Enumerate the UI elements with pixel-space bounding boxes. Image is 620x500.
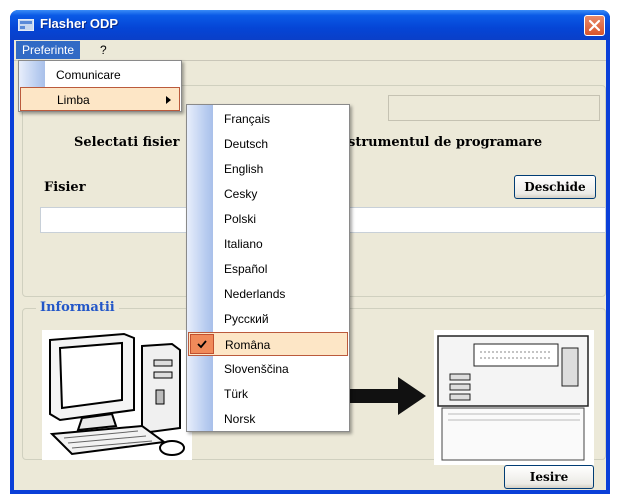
language-item-romanian[interactable]: Româna [188,332,348,356]
language-label: English [224,162,264,176]
language-label: Türk [224,387,248,401]
exit-button[interactable]: Iesire [504,465,594,489]
language-submenu: Français Deutsch English Cesky Polski It… [186,104,350,432]
menu-preferinte[interactable]: Preferinte [16,41,81,59]
instruction-text-left: Selectati fisier [74,135,180,150]
language-label: Русский [224,312,269,326]
checkmark-icon [190,334,214,354]
language-label: Deutsch [224,137,269,151]
language-label: Norsk [224,412,256,426]
close-button[interactable] [584,15,605,36]
language-item-spanish[interactable]: Español [188,257,348,281]
menu-bar: Preferinte ? [14,40,606,61]
language-label: Româna [225,338,271,352]
language-label: Italiano [224,237,263,251]
app-icon [18,19,34,31]
preferinte-dropdown: Comunicare Limba [18,60,182,112]
language-label: Cesky [224,187,258,201]
info-label: Informatii [36,300,119,315]
language-item-english[interactable]: English [188,157,348,181]
app-window: Flasher ODP Preferinte ? Selectati fisie… [10,10,610,494]
language-item-polish[interactable]: Polski [188,207,348,231]
language-item-norwegian[interactable]: Norsk [188,407,348,431]
menu-item-label: Comunicare [56,68,121,82]
submenu-arrow-icon [166,96,171,104]
menu-help[interactable]: ? [94,41,113,59]
client-area: Preferinte ? Selectati fisier strumentul… [14,40,606,490]
window-title: Flasher ODP [40,16,119,31]
open-button[interactable]: Deschide [514,175,596,199]
title-bar[interactable]: Flasher ODP [10,10,610,40]
language-item-czech[interactable]: Cesky [188,182,348,206]
language-item-dutch[interactable]: Nederlands [188,282,348,306]
language-label: Nederlands [224,287,286,301]
close-icon [588,19,601,32]
language-item-turkish[interactable]: Türk [188,382,348,406]
language-item-slovenian[interactable]: Slovenščina [188,357,348,381]
language-item-italian[interactable]: Italiano [188,232,348,256]
menu-item-comunicare[interactable]: Comunicare [20,63,180,87]
menu-item-limba[interactable]: Limba [20,87,180,111]
language-item-french[interactable]: Français [188,107,348,131]
language-label: Français [224,112,271,126]
language-label: Polski [224,212,257,226]
language-item-russian[interactable]: Русский [188,307,348,331]
language-label: Español [224,262,268,276]
instruction-text-right: strumentul de programare [348,135,543,150]
programmer-device-illustration [434,330,594,465]
language-label: Slovenščina [224,362,289,376]
computer-illustration [42,330,192,460]
language-item-german[interactable]: Deutsch [188,132,348,156]
menu-item-label: Limba [57,93,90,107]
file-label: Fisier [44,180,86,195]
